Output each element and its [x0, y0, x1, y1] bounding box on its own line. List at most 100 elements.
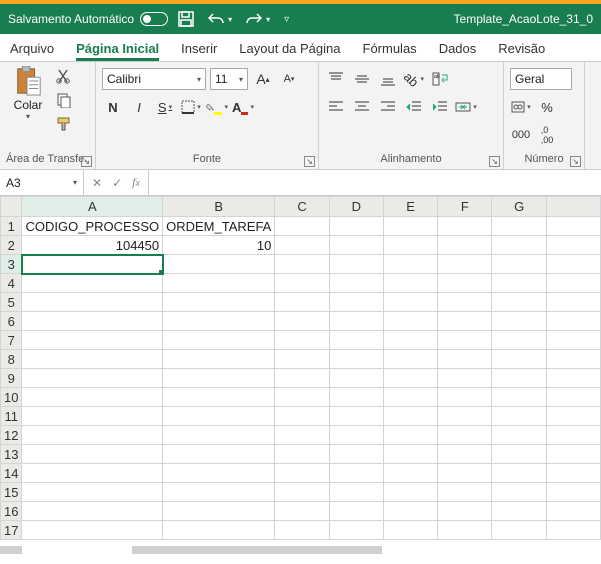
- cell[interactable]: [22, 331, 163, 350]
- row-header[interactable]: 7: [1, 331, 22, 350]
- cell[interactable]: [163, 464, 275, 483]
- cell[interactable]: [438, 350, 492, 369]
- cell[interactable]: [22, 350, 163, 369]
- row-header[interactable]: 11: [1, 407, 22, 426]
- font-color-button[interactable]: A: [232, 96, 254, 118]
- cell[interactable]: [492, 426, 546, 445]
- cell[interactable]: [275, 426, 329, 445]
- cell[interactable]: [163, 445, 275, 464]
- qat-customize-icon[interactable]: ▿: [284, 14, 289, 25]
- paste-button[interactable]: Colar ▾: [6, 66, 50, 151]
- autosave-toggle[interactable]: [140, 12, 168, 26]
- column-header[interactable]: G: [492, 197, 546, 217]
- cell[interactable]: [492, 502, 546, 521]
- cell[interactable]: [22, 407, 163, 426]
- name-box[interactable]: A3 ▾: [0, 170, 84, 195]
- cell[interactable]: [329, 293, 383, 312]
- cell[interactable]: [22, 369, 163, 388]
- cell[interactable]: [492, 521, 546, 540]
- cell[interactable]: [275, 350, 329, 369]
- cell[interactable]: [163, 388, 275, 407]
- cell[interactable]: [163, 293, 275, 312]
- cell[interactable]: [275, 464, 329, 483]
- cell[interactable]: [438, 464, 492, 483]
- font-size-combo[interactable]: 11▾: [210, 68, 248, 90]
- cell[interactable]: [384, 255, 438, 274]
- column-header[interactable]: A: [22, 197, 163, 217]
- cell[interactable]: [329, 483, 383, 502]
- cell[interactable]: [492, 350, 546, 369]
- cell[interactable]: [275, 236, 329, 255]
- cell[interactable]: [22, 483, 163, 502]
- formula-input[interactable]: [149, 170, 601, 195]
- cell[interactable]: [163, 350, 275, 369]
- decrease-font-icon[interactable]: A▾: [278, 68, 300, 90]
- enter-formula-icon[interactable]: ✓: [112, 176, 122, 190]
- row-header[interactable]: 9: [1, 369, 22, 388]
- cell[interactable]: [384, 464, 438, 483]
- cell[interactable]: [329, 407, 383, 426]
- fill-color-button[interactable]: [206, 96, 228, 118]
- cell[interactable]: [492, 236, 546, 255]
- cell[interactable]: [384, 312, 438, 331]
- tab-home[interactable]: Página Inicial: [76, 41, 159, 61]
- cell[interactable]: [438, 312, 492, 331]
- column-header[interactable]: B: [163, 197, 275, 217]
- cell[interactable]: [546, 521, 600, 540]
- cell[interactable]: [438, 217, 492, 236]
- cell[interactable]: [438, 426, 492, 445]
- column-header[interactable]: [546, 197, 600, 217]
- cell[interactable]: [546, 502, 600, 521]
- cell[interactable]: [329, 521, 383, 540]
- italic-button[interactable]: I: [128, 96, 150, 118]
- wrap-text-icon[interactable]: ab: [429, 68, 451, 90]
- cell[interactable]: [275, 217, 329, 236]
- cell[interactable]: ORDEM_TAREFA: [163, 217, 275, 236]
- cell[interactable]: [546, 293, 600, 312]
- increase-decimal-icon[interactable]: ,0,00: [536, 124, 558, 146]
- cell[interactable]: [546, 483, 600, 502]
- cell[interactable]: [546, 255, 600, 274]
- cell[interactable]: [546, 236, 600, 255]
- cell[interactable]: [329, 464, 383, 483]
- cell[interactable]: [22, 426, 163, 445]
- cell[interactable]: [438, 236, 492, 255]
- cell[interactable]: [492, 293, 546, 312]
- percent-format-icon[interactable]: %: [536, 96, 558, 118]
- cell[interactable]: [329, 312, 383, 331]
- cell[interactable]: [492, 407, 546, 426]
- cell[interactable]: [384, 521, 438, 540]
- tab-dados[interactable]: Dados: [439, 41, 477, 61]
- cell[interactable]: [275, 331, 329, 350]
- cell[interactable]: [275, 445, 329, 464]
- align-right-icon[interactable]: [377, 96, 399, 118]
- column-header[interactable]: F: [438, 197, 492, 217]
- cell[interactable]: [163, 312, 275, 331]
- cell[interactable]: [329, 445, 383, 464]
- cell[interactable]: [546, 369, 600, 388]
- cell[interactable]: [384, 331, 438, 350]
- cell[interactable]: [163, 483, 275, 502]
- cell[interactable]: [329, 426, 383, 445]
- cell[interactable]: [384, 236, 438, 255]
- tab-formulas[interactable]: Fórmulas: [363, 41, 417, 61]
- cell[interactable]: [492, 369, 546, 388]
- cell[interactable]: [22, 312, 163, 331]
- font-name-combo[interactable]: Calibri▾: [102, 68, 206, 90]
- cell[interactable]: [22, 445, 163, 464]
- cell[interactable]: [438, 331, 492, 350]
- column-header[interactable]: D: [329, 197, 383, 217]
- increase-font-icon[interactable]: A▴: [252, 68, 274, 90]
- cell[interactable]: [492, 331, 546, 350]
- cell[interactable]: [492, 255, 546, 274]
- undo-dropdown-icon[interactable]: ▾: [228, 15, 232, 24]
- cell[interactable]: [22, 255, 163, 274]
- cell[interactable]: [384, 426, 438, 445]
- number-format-combo[interactable]: Geral: [510, 68, 572, 90]
- bold-button[interactable]: N: [102, 96, 124, 118]
- cell[interactable]: [546, 388, 600, 407]
- cell[interactable]: [546, 331, 600, 350]
- cell[interactable]: 10: [163, 236, 275, 255]
- row-header[interactable]: 2: [1, 236, 22, 255]
- cell[interactable]: [492, 274, 546, 293]
